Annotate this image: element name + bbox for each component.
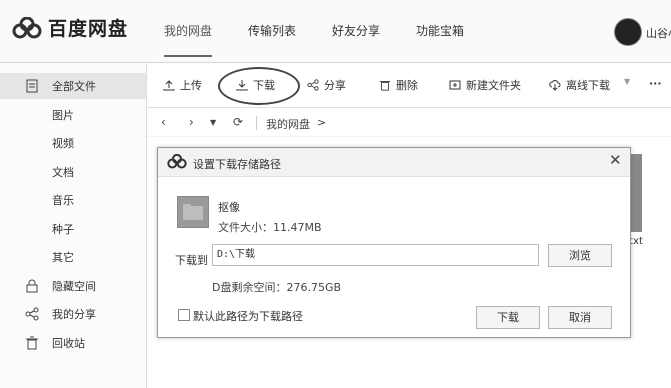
upload-icon xyxy=(163,80,175,91)
cancel-button[interactable]: 取消 xyxy=(548,306,612,329)
breadcrumb-my-drive[interactable]: 我的网盘 xyxy=(266,116,310,132)
upload-button[interactable]: 上传 xyxy=(163,77,202,93)
free-space-text: D盘剩余空间：276.75GB xyxy=(212,281,342,294)
sidebar-item-documents[interactable]: 文档 xyxy=(0,159,146,185)
download-path-input[interactable]: D:\下载 xyxy=(212,244,539,266)
breadcrumb-separator: > xyxy=(317,116,327,129)
download-path-dialog: 设置下载存储路径 ✕ 抠像 文件大小：11.47MB 下载到 D:\下载 浏览 … xyxy=(157,147,631,338)
sidebar-item-label: 图片 xyxy=(52,109,74,122)
sidebar-item-label: 其它 xyxy=(52,251,74,264)
default-path-label: 默认此路径为下载路径 xyxy=(193,310,303,323)
folder-icon xyxy=(177,196,209,228)
sidebar-item-label: 我的分享 xyxy=(52,308,96,321)
nav-friend-share[interactable]: 好友分享 xyxy=(332,22,380,39)
sidebar-item-recycle-bin[interactable]: 回收站 xyxy=(0,330,146,356)
share-icon xyxy=(307,79,319,91)
nav-toolbox[interactable]: 功能宝箱 xyxy=(416,22,464,39)
sidebar-item-images[interactable]: 图片 xyxy=(0,102,146,128)
sidebar-item-label: 隐藏空间 xyxy=(52,280,96,293)
back-icon[interactable]: ‹ xyxy=(161,115,166,129)
sidebar-item-label: 文档 xyxy=(52,166,74,179)
file-size: 文件大小：11.47MB xyxy=(218,221,322,234)
sidebar-item-torrents[interactable]: 种子 xyxy=(0,216,146,242)
dialog-header: 设置下载存储路径 ✕ xyxy=(158,148,630,177)
new-folder-button[interactable]: 新建文件夹 xyxy=(449,77,521,93)
cloud-logo-icon xyxy=(12,16,42,38)
sidebar-item-label: 全部文件 xyxy=(52,80,96,93)
default-path-checkbox[interactable] xyxy=(178,309,190,321)
close-icon[interactable]: ✕ xyxy=(609,151,622,169)
delete-label: 删除 xyxy=(396,79,418,92)
new-folder-label: 新建文件夹 xyxy=(466,79,521,92)
offline-download-button[interactable]: 离线下载 xyxy=(549,77,610,93)
path-divider xyxy=(256,116,257,130)
confirm-download-button[interactable]: 下载 xyxy=(476,306,540,329)
top-bar: 百度网盘 我的网盘 传输列表 好友分享 功能宝箱 山谷小 xyxy=(0,0,671,63)
history-dropdown-icon[interactable]: ▼ xyxy=(210,118,216,127)
avatar[interactable] xyxy=(614,18,642,46)
offline-dropdown-chevron-icon[interactable]: ▼ xyxy=(624,77,630,86)
sidebar-item-label: 种子 xyxy=(52,223,74,236)
highlight-circle xyxy=(218,67,300,105)
sidebar-item-videos[interactable]: 视频 xyxy=(0,130,146,156)
main-nav: 我的网盘 传输列表 好友分享 功能宝箱 xyxy=(164,22,500,57)
trash-icon xyxy=(26,336,38,350)
sidebar: 全部文件 图片 视频 文档 音乐 种子 其它 隐藏空间 我的分享 回收站 xyxy=(0,63,147,388)
lock-icon xyxy=(26,279,38,293)
cloud-download-icon xyxy=(549,80,561,91)
app-logo[interactable]: 百度网盘 xyxy=(12,14,128,41)
browse-button[interactable]: 浏览 xyxy=(548,244,612,267)
dialog-title: 设置下载存储路径 xyxy=(193,158,281,171)
sidebar-item-music[interactable]: 音乐 xyxy=(0,187,146,213)
delete-button[interactable]: 删除 xyxy=(379,77,418,93)
sidebar-item-label: 视频 xyxy=(52,137,74,150)
file-name: 抠像 xyxy=(218,201,240,214)
share-button[interactable]: 分享 xyxy=(307,77,346,93)
sidebar-item-label: 回收站 xyxy=(52,337,85,350)
sidebar-item-my-share[interactable]: 我的分享 xyxy=(0,301,146,327)
share-icon xyxy=(25,307,39,321)
username[interactable]: 山谷小 xyxy=(646,25,671,41)
forward-icon[interactable]: › xyxy=(189,115,194,129)
share-label: 分享 xyxy=(324,79,346,92)
cloud-logo-icon xyxy=(167,154,187,169)
path-bar: ‹ › ▼ ⟳ 我的网盘 > xyxy=(147,108,671,136)
nav-transfer-list[interactable]: 传输列表 xyxy=(248,22,296,39)
trash-icon xyxy=(379,81,391,91)
sidebar-item-label: 音乐 xyxy=(52,194,74,207)
sidebar-item-all-files[interactable]: 全部文件 xyxy=(0,73,146,99)
more-button[interactable]: ··· xyxy=(649,77,662,90)
sidebar-item-other[interactable]: 其它 xyxy=(0,244,146,270)
nav-my-drive[interactable]: 我的网盘 xyxy=(164,22,213,57)
offline-download-label: 离线下载 xyxy=(566,79,610,92)
app-name: 百度网盘 xyxy=(48,18,129,40)
upload-label: 上传 xyxy=(180,79,202,92)
download-to-label: 下载到 xyxy=(175,254,208,267)
refresh-icon[interactable]: ⟳ xyxy=(233,115,243,129)
sidebar-item-hidden-space[interactable]: 隐藏空间 xyxy=(0,273,146,299)
file-icon xyxy=(26,79,38,93)
new-folder-icon xyxy=(449,80,461,90)
